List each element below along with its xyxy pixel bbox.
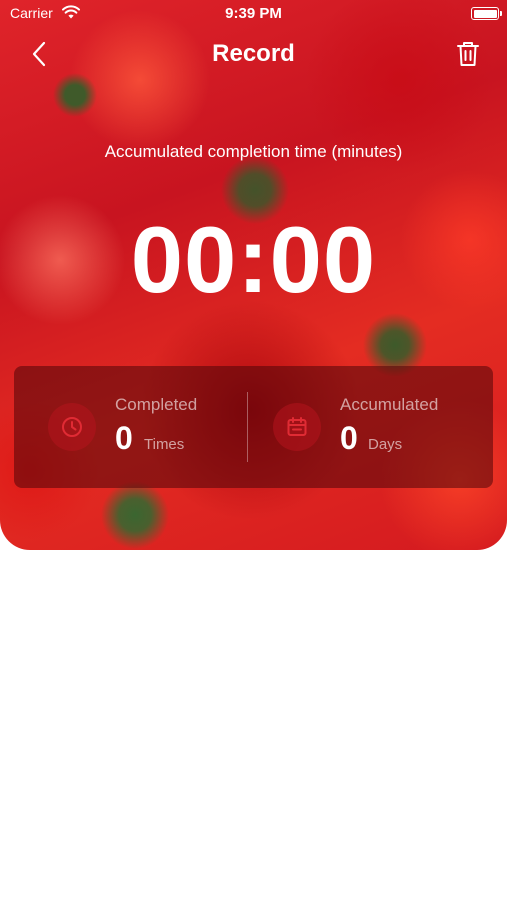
status-time: 9:39 PM: [225, 5, 282, 22]
completed-stat: Completed 0 Times: [14, 366, 248, 488]
battery-icon: [471, 7, 502, 20]
accumulated-time-label: Accumulated completion time (minutes): [104, 142, 403, 161]
clock-icon: [48, 403, 96, 451]
stats-divider: [247, 392, 248, 462]
accumulated-unit: Days: [368, 436, 403, 453]
trash-icon[interactable]: [455, 40, 481, 68]
page-title: Record: [212, 40, 295, 67]
status-bar: Carrier 9:39 PM: [0, 0, 507, 28]
navigation-bar: Record: [0, 32, 507, 78]
stats-panel: Completed 0 Times Accumulated 0 Days: [14, 366, 493, 488]
accumulated-stat: Accumulated 0 Days: [249, 366, 493, 488]
accumulated-label: Accumulated: [340, 395, 439, 414]
completed-count: 0: [115, 420, 133, 456]
accumulated-count: 0: [340, 420, 358, 456]
timer-display: 00:00: [130, 207, 377, 312]
completed-unit: Times: [144, 436, 185, 453]
completed-label: Completed: [115, 395, 198, 414]
calendar-icon: [273, 403, 321, 451]
